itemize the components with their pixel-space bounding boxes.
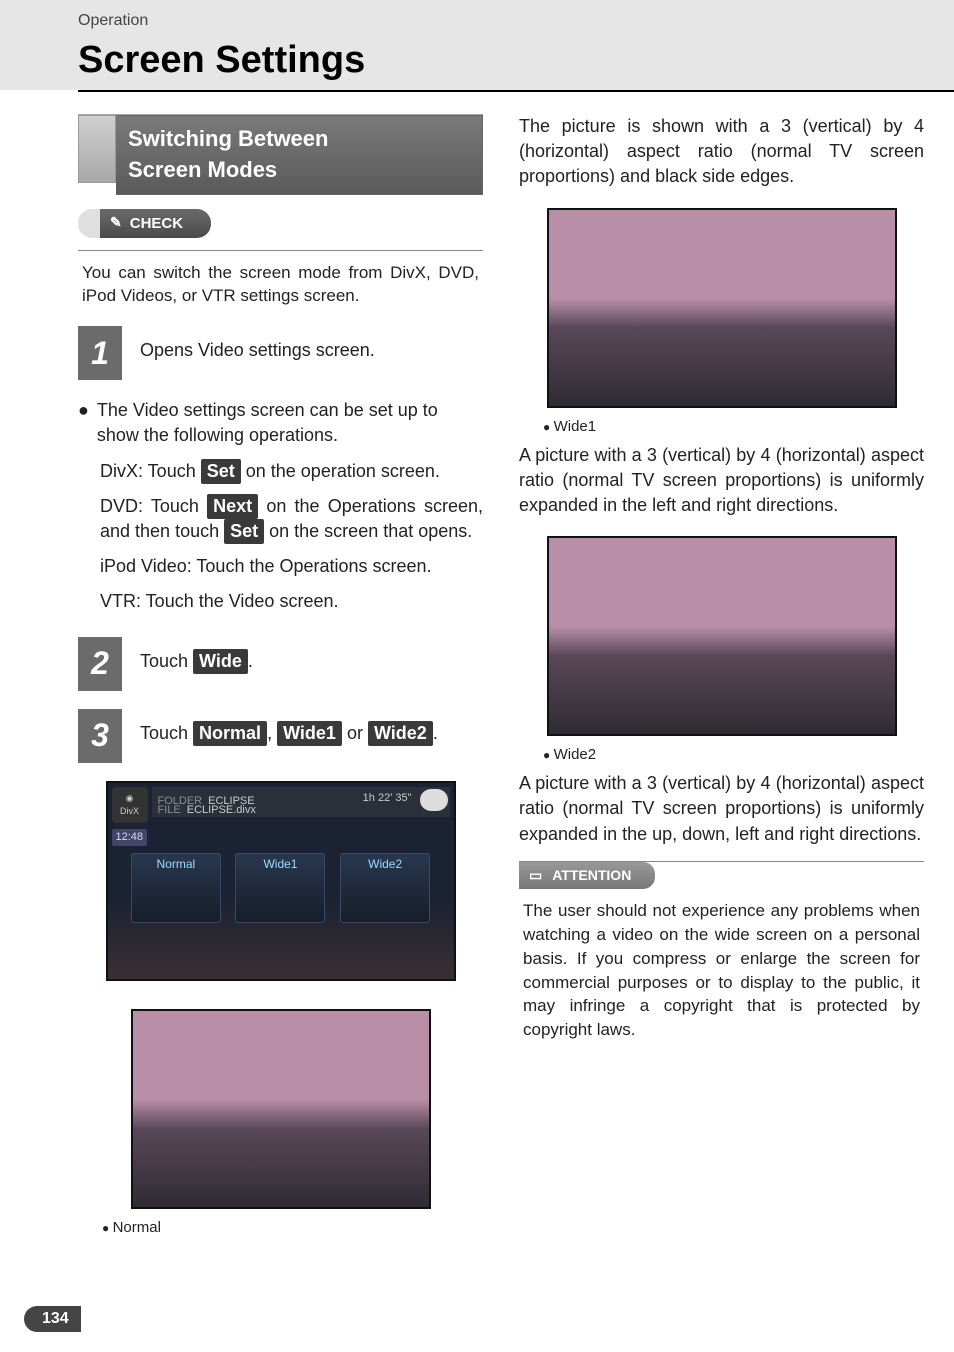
source-icon: ◉ DivX <box>112 787 148 823</box>
normal-button[interactable]: Normal <box>193 721 267 746</box>
source-label: DivX <box>120 805 139 818</box>
example-image-normal <box>131 1009 431 1209</box>
step-3-pre: Touch <box>140 723 193 743</box>
back-icon[interactable] <box>420 789 448 811</box>
section-tab <box>78 115 116 183</box>
clock-value: 12:48 <box>112 829 148 846</box>
step-1: 1 Opens Video settings screen. <box>78 326 483 380</box>
attention-label: ATTENTION <box>552 866 631 886</box>
step-2-post: . <box>248 651 253 671</box>
right-column: The picture is shown with a 3 (vertical)… <box>519 114 924 1244</box>
book-icon: ▭ <box>529 866 542 886</box>
sub-para-divx: DivX: Touch Set on the operation screen. <box>100 459 483 484</box>
step-3-post: . <box>433 723 438 743</box>
settings-screenshot: ◉ DivX FOLDER ECLIPSE FILE ECLIPSE.divx … <box>106 781 456 981</box>
next-button[interactable]: Next <box>207 494 258 519</box>
caption-wide2: Wide2 <box>543 744 924 765</box>
sub-para-ipod: iPod Video: Touch the Operations screen. <box>100 554 483 579</box>
set-button-2[interactable]: Set <box>224 519 264 544</box>
pencil-icon: ✎ <box>110 213 122 233</box>
wide2-description: A picture with a 3 (vertical) by 4 (hori… <box>519 771 924 847</box>
section-title: Switching Between Screen Modes <box>116 115 483 195</box>
attention-text: The user should not experience any probl… <box>519 899 924 1060</box>
check-label: CHECK <box>130 213 183 234</box>
step-2: 2 Touch Wide. <box>78 637 483 691</box>
attention-row: ▭ ATTENTION <box>519 861 924 900</box>
example-image-wide1 <box>547 208 897 408</box>
step-1-number: 1 <box>78 326 122 380</box>
attention-pill: ▭ ATTENTION <box>519 862 655 890</box>
check-row: ✎ CHECK <box>78 209 483 251</box>
sub2-post: on the screen that opens. <box>269 521 472 541</box>
step-3-body: Touch Normal, Wide1 or Wide2. <box>140 709 483 763</box>
bullet-paragraph: ● The Video settings screen can be set u… <box>78 398 483 448</box>
step-2-body: Touch Wide. <box>140 637 483 691</box>
caption-normal: Normal <box>102 1217 483 1238</box>
mode-wide1[interactable]: Wide1 <box>235 853 325 923</box>
wide1-button[interactable]: Wide1 <box>277 721 342 746</box>
sub1-post: on the operation screen. <box>246 461 440 481</box>
duration-value: 1h 22' 35" <box>363 791 412 806</box>
mode-wide2[interactable]: Wide2 <box>340 853 430 923</box>
wide1-description: A picture with a 3 (vertical) by 4 (hori… <box>519 443 924 519</box>
bullet-text: The Video settings screen can be set up … <box>97 398 483 448</box>
page-number: 134 <box>24 1306 81 1332</box>
sub-para-vtr: VTR: Touch the Video screen. <box>100 589 483 614</box>
header-category: Operation <box>78 10 954 32</box>
step-2-pre: Touch <box>140 651 193 671</box>
normal-description: The picture is shown with a 3 (vertical)… <box>519 114 924 190</box>
step-2-number: 2 <box>78 637 122 691</box>
sub2-pre: DVD: Touch <box>100 496 207 516</box>
step-3-mid1: , <box>267 723 277 743</box>
left-column: Switching Between Screen Modes ✎ CHECK Y… <box>78 114 483 1244</box>
step-3: 3 Touch Normal, Wide1 or Wide2. <box>78 709 483 763</box>
sub1-pre: DivX: Touch <box>100 461 201 481</box>
mode-normal[interactable]: Normal <box>131 853 221 923</box>
check-pill: ✎ CHECK <box>78 209 211 238</box>
mode-buttons: Normal Wide1 Wide2 <box>124 853 438 923</box>
content-area: Switching Between Screen Modes ✎ CHECK Y… <box>0 90 954 1244</box>
example-image-wide2 <box>547 536 897 736</box>
sub-para-dvd: DVD: Touch Next on the Operations screen… <box>100 494 483 544</box>
file-value: ECLIPSE.divx <box>187 803 256 818</box>
file-label: FILE <box>158 803 181 818</box>
section-title-line1: Switching Between <box>128 126 328 151</box>
file-row: FILE ECLIPSE.divx <box>158 803 256 818</box>
section-title-line2: Screen Modes <box>128 157 277 182</box>
bullet-dot-icon: ● <box>78 398 89 448</box>
check-text: You can switch the screen mode from DivX… <box>78 261 483 327</box>
step-3-mid2: or <box>342 723 368 743</box>
wide-button[interactable]: Wide <box>193 649 248 674</box>
set-button-1[interactable]: Set <box>201 459 241 484</box>
section-title-banner: Switching Between Screen Modes <box>78 114 483 195</box>
step-3-number: 3 <box>78 709 122 763</box>
caption-wide1: Wide1 <box>543 416 924 437</box>
page-header: Operation Screen Settings <box>0 0 954 90</box>
wide2-button[interactable]: Wide2 <box>368 721 433 746</box>
disc-icon: ◉ <box>126 792 134 805</box>
page-title: Screen Settings <box>78 34 954 91</box>
step-1-text: Opens Video settings screen. <box>140 326 483 380</box>
